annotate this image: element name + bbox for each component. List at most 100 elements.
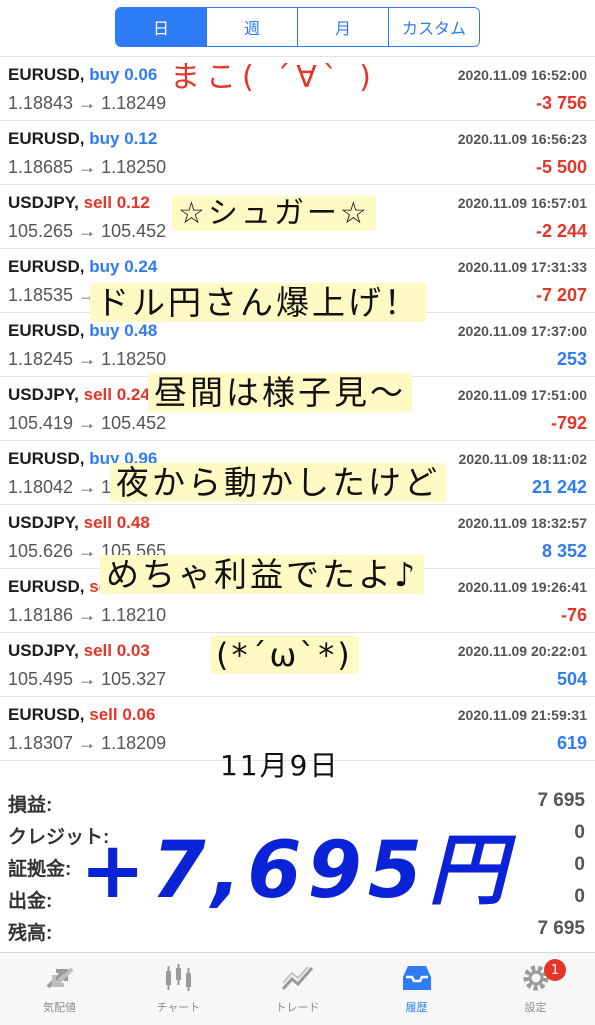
annotation-face: (*´ω`*) xyxy=(210,636,359,674)
deal-profit: 8 352 xyxy=(541,541,587,561)
tab-label: トレード xyxy=(275,1001,320,1014)
deal-prices: 1.18186 → 1.18210 xyxy=(8,605,167,625)
annotation-line4: 夜から動かしたけど xyxy=(110,456,446,504)
deal-type: buy xyxy=(89,65,120,84)
period-week-tab[interactable]: 週 xyxy=(206,8,297,46)
deal-profit: 21 242 xyxy=(531,477,587,497)
deal-symbol: EURUSD, xyxy=(8,129,85,148)
deal-time: 2020.11.09 18:32:57 xyxy=(457,515,587,531)
tab-label: 設定 xyxy=(524,1001,547,1014)
deal-title: USDJPY, sell 0.03 xyxy=(8,641,150,661)
period-selector: 日 週 月 カスタム xyxy=(115,7,480,47)
annotation-line2-text: ドル円さん爆上げ！ xyxy=(90,283,426,322)
annotation-line5: めちゃ利益でたよ♪ xyxy=(100,548,425,596)
deal-title: EURUSD, buy 0.48 xyxy=(8,321,157,341)
deal-profit: -76 xyxy=(560,605,587,625)
deal-prices: 105.265 → 105.452 xyxy=(8,221,167,241)
deal-symbol: USDJPY, xyxy=(8,193,79,212)
tab-history[interactable]: 履歴 xyxy=(357,953,476,1025)
deal-symbol: USDJPY, xyxy=(8,513,79,532)
tab-chart[interactable]: チャート xyxy=(119,953,238,1025)
summary-value: 0 xyxy=(574,854,585,875)
deal-title: USDJPY, sell 0.48 xyxy=(8,513,150,533)
deal-volume: 0.06 xyxy=(122,705,156,724)
quotes-icon xyxy=(46,967,73,989)
deal-type: buy xyxy=(89,257,120,276)
deal-type: sell xyxy=(83,385,112,404)
summary-label: 残高: xyxy=(8,923,53,944)
deal-profit: -5 500 xyxy=(535,157,587,177)
deal-time: 2020.11.09 16:52:00 xyxy=(457,67,587,83)
tab-label: 気配値 xyxy=(43,1001,76,1014)
deal-volume: 0.06 xyxy=(124,65,158,84)
summary-value: 0 xyxy=(574,886,585,907)
deal-prices: 1.18685 → 1.18250 xyxy=(8,157,167,177)
deal-prices: 105.495 → 105.327 xyxy=(8,669,167,689)
deal-time: 2020.11.09 16:56:23 xyxy=(457,131,587,147)
chart-icon xyxy=(165,964,191,991)
deal-volume: 0.24 xyxy=(124,257,158,276)
deal-prices: 1.18307 → 1.18209 xyxy=(8,733,167,753)
annotation-line1-text: ☆シュガー☆ xyxy=(172,196,376,231)
tab-bar: 気配値 チャート トレード 履歴 設定 1 xyxy=(0,952,595,1025)
deal-profit: 253 xyxy=(556,349,587,369)
history-icon xyxy=(402,966,431,990)
deal-volume: 0.12 xyxy=(124,129,158,148)
deal-prices: 105.419 → 105.452 xyxy=(8,413,167,433)
deal-symbol: EURUSD, xyxy=(8,705,85,724)
deal-profit: -3 756 xyxy=(535,93,587,113)
deal-time: 2020.11.09 16:57:01 xyxy=(457,195,587,211)
deal-type: sell xyxy=(83,513,112,532)
deal-symbol: EURUSD, xyxy=(8,449,85,468)
deal-symbol: EURUSD, xyxy=(8,257,85,276)
summary-value: 7 695 xyxy=(537,790,585,811)
deal-time: 2020.11.09 18:11:02 xyxy=(458,451,587,467)
annotation-face-text: (*´ω`*) xyxy=(210,636,359,674)
deal-type: sell xyxy=(89,705,118,724)
tab-quotes[interactable]: 気配値 xyxy=(0,953,119,1025)
tab-label: 履歴 xyxy=(405,1001,428,1014)
deal-profit: -2 244 xyxy=(535,221,587,241)
annotation-line2: ドル円さん爆上げ！ xyxy=(90,276,426,324)
annotation-line1: ☆シュガー☆ xyxy=(172,188,376,232)
tab-label: チャート xyxy=(156,1001,201,1014)
period-month-tab[interactable]: 月 xyxy=(297,8,388,46)
summary-label: 損益: xyxy=(8,795,53,816)
annotation-date: 11月9日 xyxy=(220,749,340,782)
annotation-line5-text: めちゃ利益でたよ♪ xyxy=(100,555,425,594)
deal-title: EURUSD, buy 0.12 xyxy=(8,129,157,149)
deal-prices: 1.18245 → 1.18250 xyxy=(8,349,167,369)
deal-symbol: EURUSD, xyxy=(8,577,85,596)
deal-time: 2020.11.09 20:22:01 xyxy=(457,643,587,659)
deal-symbol: USDJPY, xyxy=(8,385,79,404)
annotation-line4-text: 夜から動かしたけど xyxy=(110,463,446,502)
deal-title: EURUSD, sell 0.06 xyxy=(8,705,155,725)
deal-symbol: USDJPY, xyxy=(8,641,79,660)
summary-label: 出金: xyxy=(8,891,53,912)
deal-type: sell xyxy=(83,641,112,660)
summary-value: 7 695 xyxy=(537,918,585,939)
deal-time: 2020.11.09 17:51:00 xyxy=(457,387,587,403)
deal-time: 2020.11.09 17:37:00 xyxy=(457,323,587,339)
tab-settings[interactable]: 設定 1 xyxy=(476,953,595,1025)
top-bar: 日 週 月 カスタム xyxy=(0,0,595,56)
deal-symbol: EURUSD, xyxy=(8,321,85,340)
tab-trade[interactable]: トレード xyxy=(238,953,357,1025)
trade-icon xyxy=(281,966,313,991)
annotation-author: まこ( ´∀` ) xyxy=(170,60,378,95)
deal-title: EURUSD, buy 0.06 xyxy=(8,65,157,85)
summary-value: 0 xyxy=(574,822,585,843)
deal-volume: 0.48 xyxy=(116,513,150,532)
deal-title: EURUSD, buy 0.24 xyxy=(8,257,157,277)
summary-label: 証拠金: xyxy=(8,859,72,880)
period-day-tab[interactable]: 日 xyxy=(116,8,206,46)
period-custom-tab[interactable]: カスタム xyxy=(388,8,479,46)
notification-badge: 1 xyxy=(544,959,566,981)
deal-profit: -792 xyxy=(550,413,587,433)
deal-time: 2020.11.09 19:26:41 xyxy=(457,579,587,595)
annotation-line3-text: 昼間は様子見〜 xyxy=(148,373,412,412)
deal-row[interactable]: EURUSD, buy 0.12 2020.11.09 16:56:23 1.186… xyxy=(0,121,595,185)
deal-symbol: EURUSD, xyxy=(8,65,85,84)
deal-volume: 0.12 xyxy=(116,193,150,212)
deal-time: 2020.11.09 21:59:31 xyxy=(457,707,587,723)
